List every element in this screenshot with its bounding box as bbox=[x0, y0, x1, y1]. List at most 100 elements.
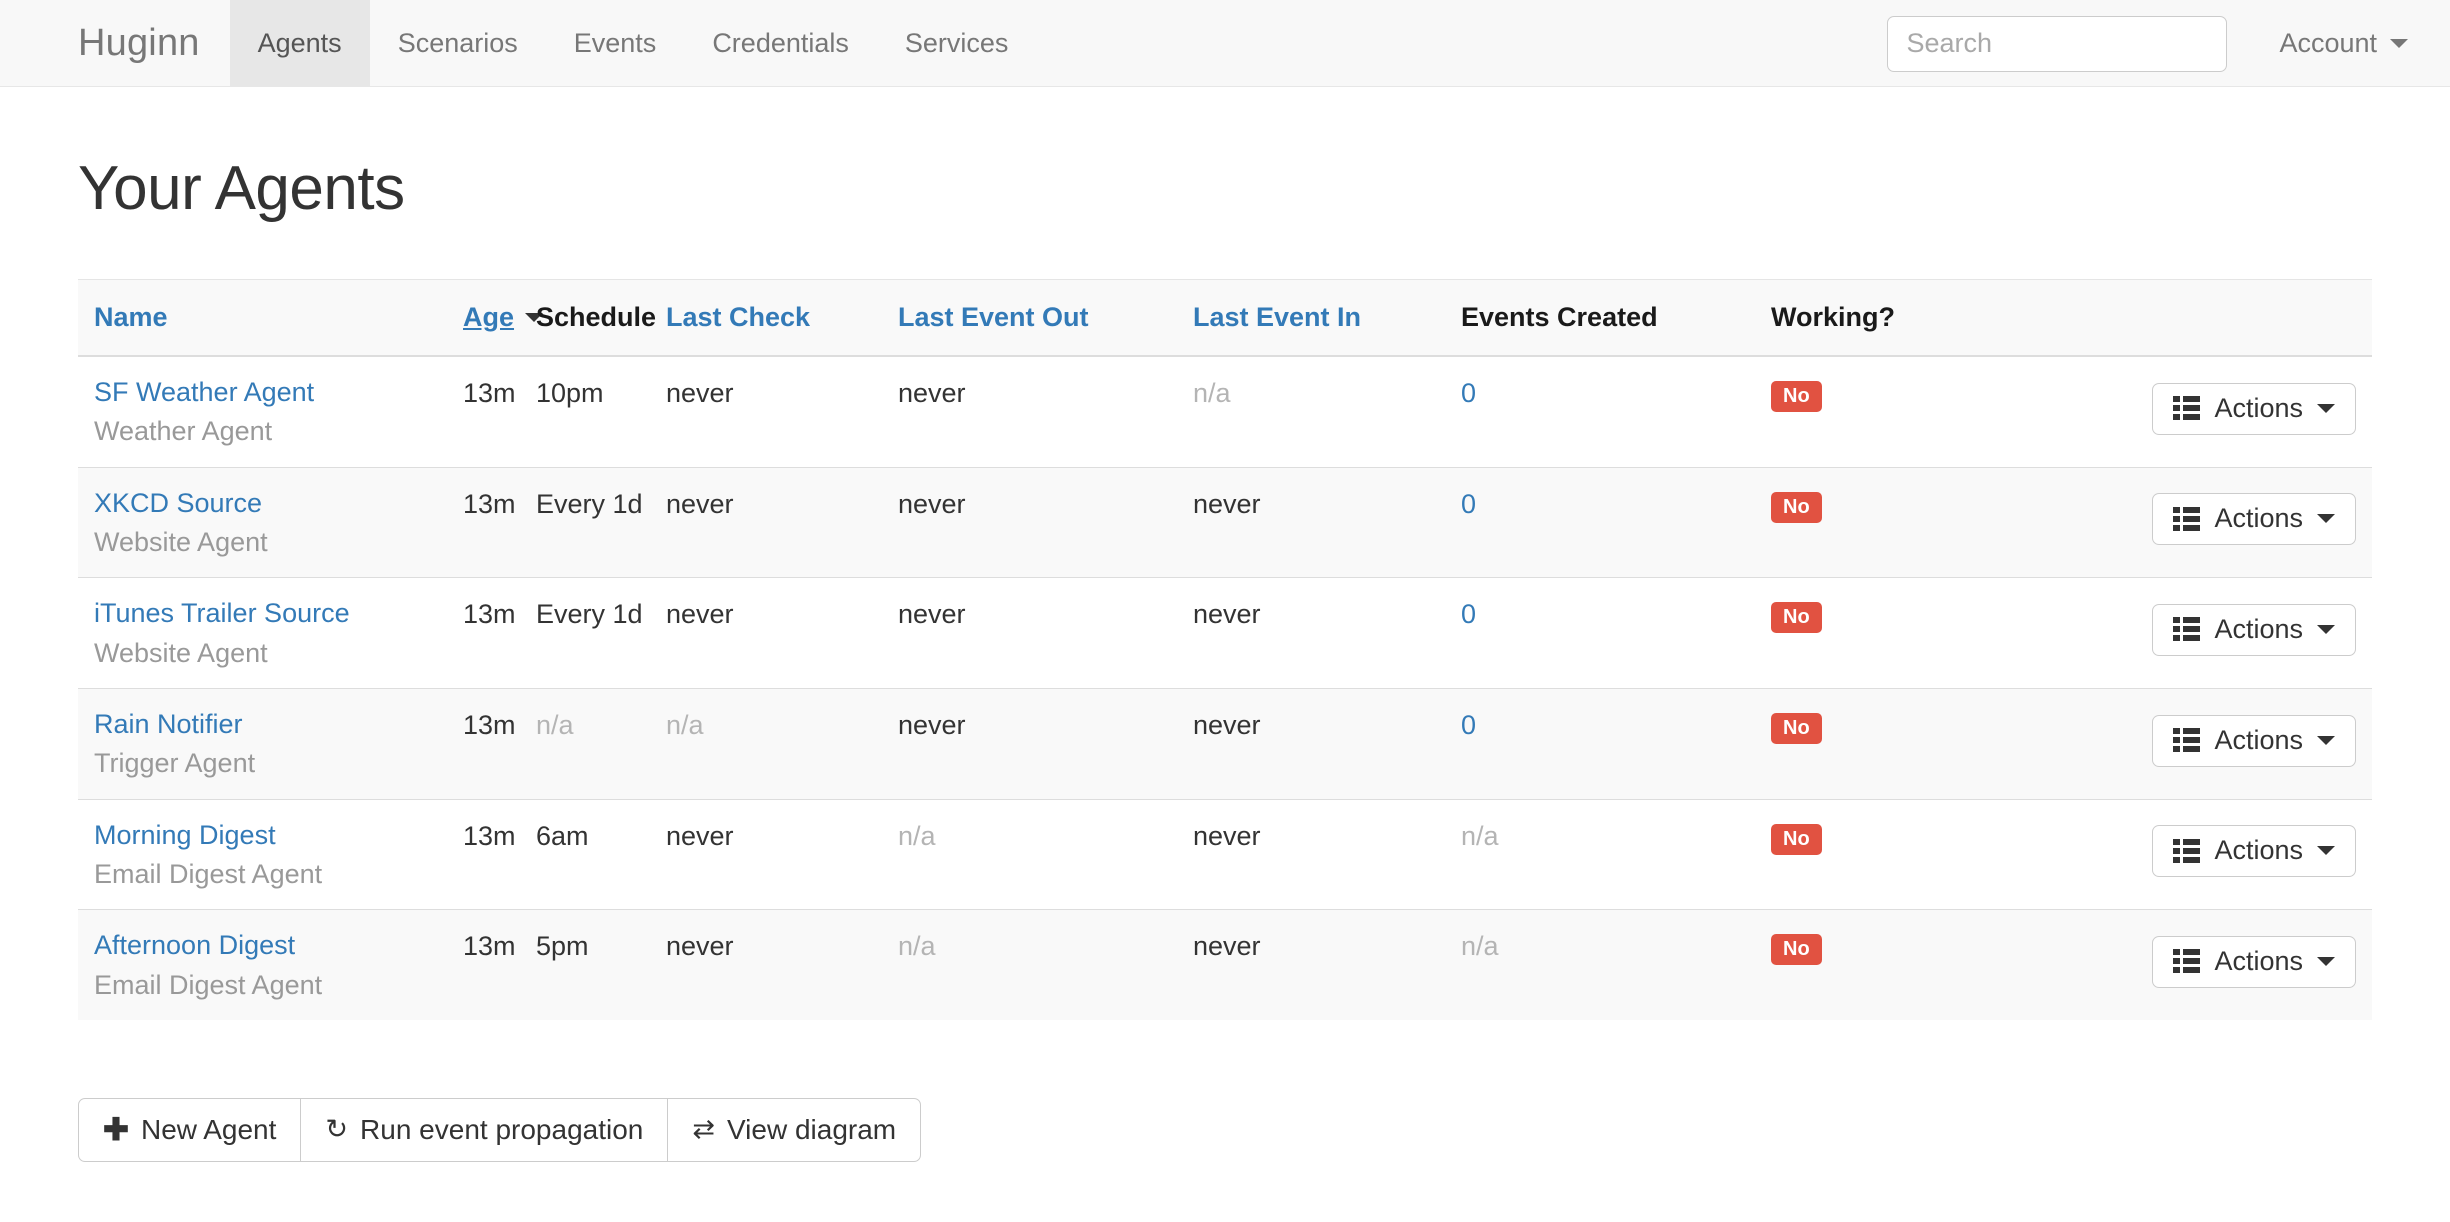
agent-schedule-value: Every 1d bbox=[536, 599, 643, 630]
brand-logo[interactable]: Huginn bbox=[78, 0, 230, 86]
agent-last-event-in-value: never bbox=[1193, 599, 1261, 630]
sort-link-last-check[interactable]: Last Check bbox=[666, 302, 810, 332]
agent-name-link[interactable]: XKCD Source bbox=[94, 488, 463, 517]
actions-dropdown-label: Actions bbox=[2214, 613, 2303, 644]
status-badge: No bbox=[1771, 602, 1822, 634]
actions-dropdown-label: Actions bbox=[2214, 835, 2303, 866]
page-container: Your Agents Name Age Schedule Last Check bbox=[0, 153, 2450, 1163]
nav-item-agents[interactable]: Agents bbox=[229, 0, 370, 86]
status-badge: No bbox=[1771, 381, 1822, 412]
table-row: SF Weather Agent Weather Agent 13m 10pm neve… bbox=[78, 356, 2372, 467]
agent-age: 13m bbox=[463, 689, 536, 800]
nav-item-events[interactable]: Events bbox=[546, 0, 685, 86]
actions-dropdown-label: Actions bbox=[2214, 945, 2303, 976]
nav-item-scenarios[interactable]: Scenarios bbox=[370, 0, 546, 86]
agent-last-check-value: never bbox=[666, 488, 734, 519]
agent-type-label: Website Agent bbox=[94, 527, 268, 558]
account-menu[interactable]: Account bbox=[2279, 30, 2408, 57]
agent-name-cell: iTunes Trailer Source Website Agent bbox=[78, 578, 463, 689]
agent-name-link[interactable]: Rain Notifier bbox=[94, 710, 463, 739]
agent-last-event-out: n/a bbox=[898, 799, 1193, 910]
th-list-icon bbox=[2173, 506, 2201, 531]
agent-last-event-out-value: never bbox=[898, 378, 966, 408]
agent-events-created: 0 bbox=[1461, 578, 1771, 689]
run-event-propagation-button[interactable]: ↻ Run event propagation bbox=[300, 1098, 669, 1163]
actions-dropdown-button[interactable]: Actions bbox=[2152, 382, 2356, 435]
sort-head-age[interactable]: Age bbox=[463, 302, 544, 333]
agent-last-event-in-value: never bbox=[1193, 710, 1261, 741]
agent-last-event-in: never bbox=[1193, 467, 1461, 578]
agent-name-cell: Afternoon Digest Email Digest Agent bbox=[78, 910, 463, 1020]
page-title: Your Agents bbox=[78, 154, 405, 223]
new-agent-button[interactable]: ✚ New Agent bbox=[78, 1098, 302, 1163]
sort-link-age[interactable]: Age bbox=[463, 302, 514, 333]
actions-dropdown-button[interactable]: Actions bbox=[2152, 493, 2356, 546]
agent-schedule: 6am bbox=[536, 799, 666, 910]
agent-name-link[interactable]: iTunes Trailer Source bbox=[94, 599, 463, 628]
agent-actions-cell: Actions bbox=[1979, 799, 2372, 910]
column-header-events-created: Events Created bbox=[1461, 280, 1771, 357]
actions-dropdown-button[interactable]: Actions bbox=[2152, 603, 2356, 656]
agent-working-cell: No bbox=[1771, 799, 1979, 910]
agent-last-event-in-value: never bbox=[1193, 931, 1261, 962]
agent-last-check-value: never bbox=[666, 378, 734, 408]
agent-name-cell: SF Weather Agent Weather Agent bbox=[78, 356, 463, 467]
agent-schedule: Every 1d bbox=[536, 578, 666, 689]
actions-dropdown-label: Actions bbox=[2214, 392, 2303, 423]
column-header-last-check[interactable]: Last Check bbox=[666, 280, 898, 357]
actions-dropdown-button[interactable]: Actions bbox=[2152, 935, 2356, 988]
agent-last-event-in: never bbox=[1193, 799, 1461, 910]
agent-age: 13m bbox=[463, 799, 536, 910]
view-diagram-button[interactable]: ⇄ View diagram bbox=[667, 1098, 922, 1163]
actions-dropdown-button[interactable]: Actions bbox=[2152, 825, 2356, 878]
column-header-age[interactable]: Age bbox=[463, 280, 544, 357]
agent-last-check-value: never bbox=[666, 820, 734, 851]
agent-age-value: 13m bbox=[463, 378, 516, 408]
table-row: iTunes Trailer Source Website Agent 13m Eve… bbox=[78, 577, 2372, 689]
agent-name-link[interactable]: SF Weather Agent bbox=[94, 378, 463, 407]
agent-age: 13m bbox=[463, 356, 536, 467]
agent-working-cell: No bbox=[1771, 356, 1979, 467]
nav-item-credentials[interactable]: Credentials bbox=[684, 0, 877, 86]
run-event-propagation-button-label: Run event propagation bbox=[360, 1113, 644, 1145]
agent-name-link[interactable]: Morning Digest bbox=[94, 820, 463, 849]
agent-events-created-link[interactable]: 0 bbox=[1461, 710, 1476, 740]
th-list-icon bbox=[2173, 617, 2201, 642]
column-header-name[interactable]: Name bbox=[78, 280, 463, 357]
sort-link-last-event-out[interactable]: Last Event Out bbox=[898, 302, 1089, 332]
column-header-schedule: Schedule bbox=[536, 280, 666, 357]
column-header-last-event-in[interactable]: Last Event In bbox=[1193, 280, 1461, 357]
column-header-working: Working? bbox=[1771, 280, 1979, 357]
agent-events-created-link[interactable]: 0 bbox=[1461, 599, 1476, 629]
agent-last-event-out-value: never bbox=[898, 599, 966, 630]
agent-name-link[interactable]: Afternoon Digest bbox=[94, 931, 463, 960]
agent-working-cell: No bbox=[1771, 689, 1979, 800]
column-header-actions bbox=[1979, 280, 2372, 357]
sort-link-last-event-in[interactable]: Last Event In bbox=[1193, 302, 1361, 332]
navbar-right-group: Account bbox=[1887, 0, 2450, 87]
agent-events-created-link[interactable]: 0 bbox=[1461, 378, 1476, 408]
agent-last-event-in-value: n/a bbox=[1193, 378, 1231, 408]
search-input[interactable] bbox=[1887, 15, 2228, 72]
sort-link-name[interactable]: Name bbox=[94, 302, 168, 332]
actions-dropdown-button[interactable]: Actions bbox=[2152, 714, 2356, 767]
agent-age: 13m bbox=[463, 910, 536, 1020]
agent-actions-cell: Actions bbox=[1979, 910, 2372, 1020]
agent-last-event-out-value: n/a bbox=[898, 931, 936, 962]
agent-actions-cell: Actions bbox=[1979, 467, 2372, 578]
agent-last-event-out: never bbox=[898, 578, 1193, 689]
status-badge: No bbox=[1771, 713, 1822, 745]
agent-actions-cell: Actions bbox=[1979, 356, 2372, 467]
agent-last-event-in: never bbox=[1193, 689, 1461, 800]
nav-item-services[interactable]: Services bbox=[877, 0, 1037, 86]
agent-events-created-link[interactable]: 0 bbox=[1461, 489, 1476, 519]
agent-events-created: 0 bbox=[1461, 689, 1771, 800]
agent-age: 13m bbox=[463, 467, 536, 578]
footer-button-group: ✚ New Agent ↻ Run event propagation ⇄ Vi… bbox=[78, 1098, 922, 1163]
agent-events-created: 0 bbox=[1461, 467, 1771, 578]
table-row: Rain Notifier Trigger Agent 13m n/a n/a never… bbox=[78, 688, 2372, 800]
caret-down-icon bbox=[2317, 514, 2335, 524]
actions-dropdown-label: Actions bbox=[2214, 724, 2303, 755]
th-list-icon bbox=[2173, 396, 2201, 420]
column-header-last-event-out[interactable]: Last Event Out bbox=[898, 280, 1193, 357]
